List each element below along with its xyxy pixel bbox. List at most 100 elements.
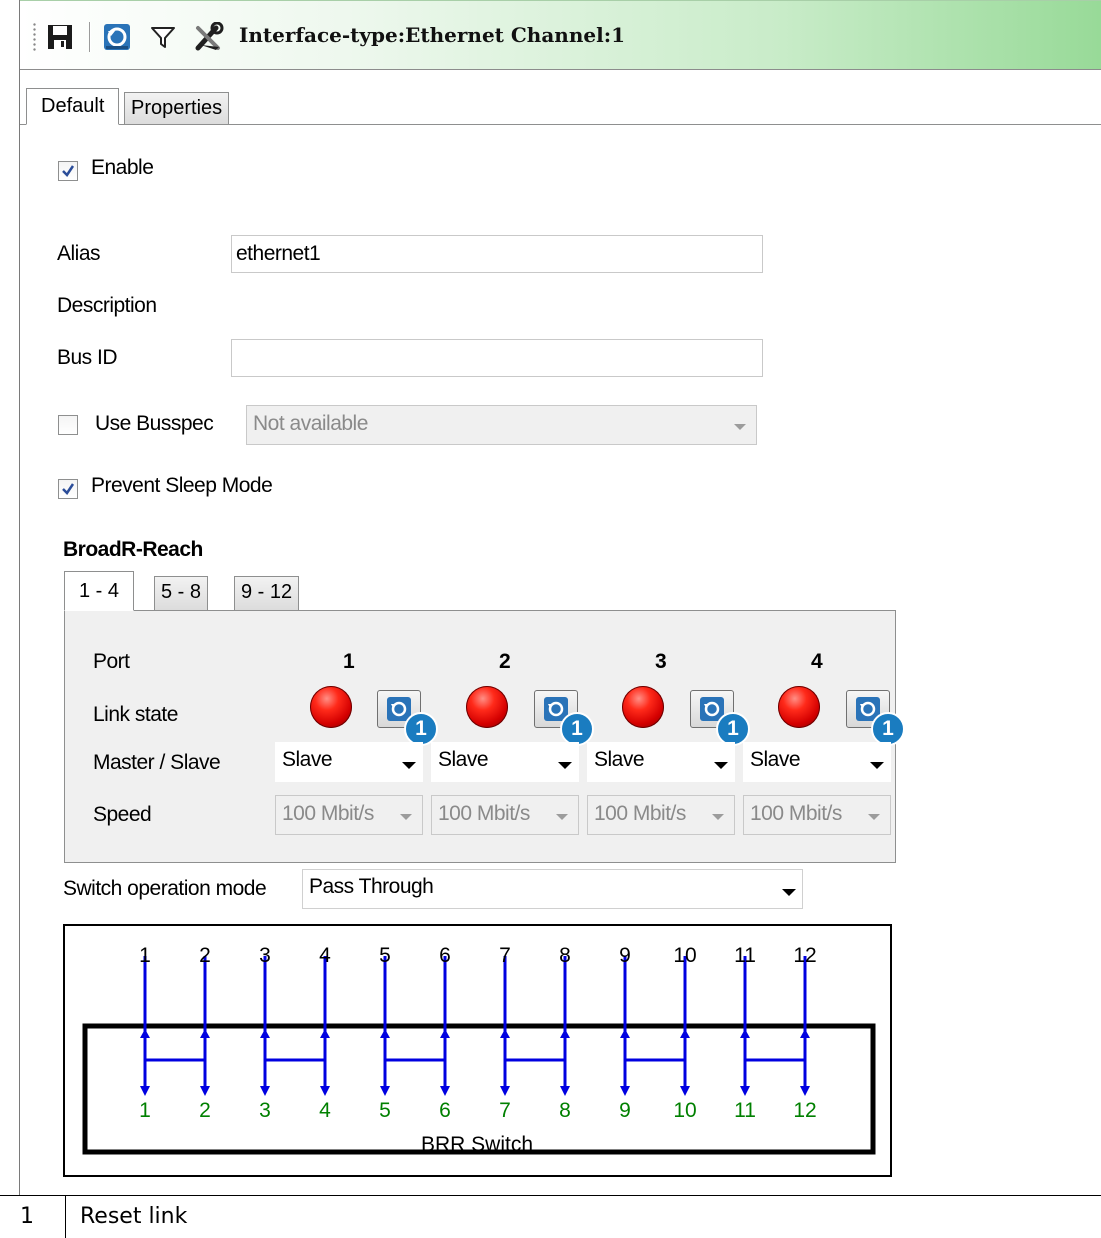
speed-select: 100 Mbit/s — [275, 795, 423, 835]
speed-select: 100 Mbit/s — [431, 795, 579, 835]
callout-badge: 1 — [560, 712, 594, 746]
chevron-down-icon — [558, 762, 572, 769]
port-number: 1 — [343, 650, 355, 673]
tab-ports-1-4[interactable]: 1 - 4 — [64, 571, 135, 611]
arrow-down — [740, 1086, 750, 1096]
arrow-down — [560, 1086, 570, 1096]
top-port-label: 7 — [499, 944, 511, 967]
legend-divider — [65, 1196, 66, 1238]
top-port-label: 6 — [439, 944, 451, 967]
port-number: 3 — [655, 650, 667, 673]
broadr-title: BroadR-Reach — [63, 538, 203, 561]
speed-row-label: Speed — [93, 803, 152, 826]
prevent-sleep-checkbox[interactable] — [58, 479, 78, 499]
tools-icon[interactable] — [192, 21, 224, 52]
master-slave-value: Slave — [282, 748, 333, 771]
switch-mode-select[interactable]: Pass Through — [302, 869, 803, 909]
callout-badge: 1 — [404, 712, 438, 746]
link-state-led — [622, 686, 664, 728]
link-state-led — [778, 686, 820, 728]
top-port-label: 9 — [619, 944, 631, 967]
arrow-up — [140, 1029, 150, 1038]
bus-id-input[interactable] — [231, 339, 763, 377]
alias-input[interactable]: ethernet1 — [231, 235, 763, 273]
use-busspec-checkbox[interactable] — [58, 415, 78, 435]
arrow-down — [380, 1086, 390, 1096]
top-port-label: 3 — [259, 944, 271, 967]
refresh-icon[interactable] — [102, 22, 132, 52]
arrow-down — [500, 1086, 510, 1096]
arrow-up — [500, 1029, 510, 1038]
top-port-label: 4 — [319, 944, 331, 967]
port-number: 4 — [811, 650, 823, 673]
master-slave-value: Slave — [438, 748, 489, 771]
master-slave-select[interactable]: Slave — [431, 742, 579, 782]
tab-default[interactable]: Default — [26, 88, 120, 125]
chevron-down-icon — [400, 814, 412, 820]
alias-label: Alias — [57, 242, 101, 265]
tab-properties[interactable]: Properties — [124, 92, 230, 125]
switch-mode-value: Pass Through — [309, 875, 434, 898]
arrow-up — [680, 1029, 690, 1038]
speed-value: 100 Mbit/s — [438, 802, 530, 825]
enable-checkbox[interactable] — [58, 161, 78, 181]
speed-select: 100 Mbit/s — [587, 795, 735, 835]
master-slave-select[interactable]: Slave — [743, 742, 891, 782]
arrow-down — [440, 1086, 450, 1096]
legend-row: 1 Reset link — [0, 1195, 1101, 1238]
toolbar-separator — [89, 22, 91, 52]
master-slave-value: Slave — [750, 748, 801, 771]
chevron-down-icon — [782, 889, 796, 896]
toolbar-grip[interactable] — [32, 22, 38, 52]
switch-caption: BRR Switch — [421, 1133, 533, 1156]
busspec-select-value: Not available — [253, 412, 368, 435]
bottom-port-label: 4 — [319, 1099, 331, 1122]
bottom-port-label: 10 — [673, 1099, 696, 1122]
arrow-down — [680, 1086, 690, 1096]
arrow-down — [320, 1086, 330, 1096]
chevron-down-icon — [714, 762, 728, 769]
arrow-up — [800, 1029, 810, 1038]
arrow-up — [320, 1029, 330, 1038]
bottom-port-label: 12 — [793, 1099, 816, 1122]
arrow-up — [380, 1029, 390, 1038]
speed-value: 100 Mbit/s — [282, 802, 374, 825]
use-busspec-label: Use Busspec — [95, 412, 214, 435]
legend-number: 1 — [20, 1204, 34, 1229]
top-port-label: 2 — [199, 944, 211, 967]
master-slave-select[interactable]: Slave — [587, 742, 735, 782]
callout-badge: 1 — [716, 712, 750, 746]
chevron-down-icon — [712, 814, 724, 820]
link-state-led — [466, 686, 508, 728]
description-label: Description — [57, 294, 157, 317]
filter-icon[interactable] — [148, 22, 178, 52]
bottom-port-label: 2 — [199, 1099, 211, 1122]
chevron-down-icon — [402, 762, 416, 769]
bottom-port-label: 3 — [259, 1099, 271, 1122]
top-port-label: 10 — [673, 944, 696, 967]
arrow-up — [260, 1029, 270, 1038]
bottom-port-label: 6 — [439, 1099, 451, 1122]
tab-ports-5-8[interactable]: 5 - 8 — [154, 576, 209, 611]
save-icon[interactable] — [45, 22, 75, 52]
bottom-port-label: 8 — [559, 1099, 571, 1122]
bottom-port-label: 9 — [619, 1099, 631, 1122]
arrow-down — [620, 1086, 630, 1096]
arrow-up — [620, 1029, 630, 1038]
master-slave-row-label: Master / Slave — [93, 751, 221, 774]
arrow-down — [800, 1086, 810, 1096]
arrow-down — [200, 1086, 210, 1096]
switch-mode-label: Switch operation mode — [63, 877, 267, 900]
arrow-up — [200, 1029, 210, 1038]
busspec-select: Not available — [246, 405, 757, 445]
bus-id-label: Bus ID — [57, 346, 118, 369]
tab-ports-9-12[interactable]: 9 - 12 — [234, 576, 300, 611]
callout-badge: 1 — [871, 712, 905, 746]
master-slave-value: Slave — [594, 748, 645, 771]
speed-value: 100 Mbit/s — [594, 802, 686, 825]
top-port-label: 12 — [793, 944, 816, 967]
master-slave-select[interactable]: Slave — [275, 742, 423, 782]
bottom-port-label: 11 — [734, 1099, 756, 1122]
chevron-down-icon — [868, 814, 880, 820]
arrow-down — [260, 1086, 270, 1096]
